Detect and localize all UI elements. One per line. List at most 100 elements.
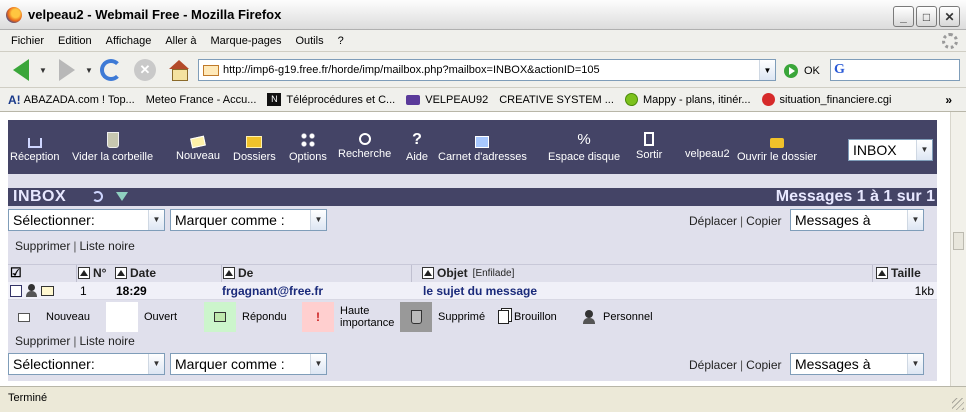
bookmark-creative-system[interactable]: CREATIVE SYSTEM ... — [499, 94, 614, 106]
open-folder-icon — [770, 138, 785, 148]
search-box[interactable]: G — [830, 59, 960, 81]
reception-button[interactable]: Réception — [10, 132, 60, 163]
mark-as-dropdown-bottom[interactable]: Marquer comme : ▼ — [170, 353, 327, 375]
column-date[interactable]: Date — [115, 266, 156, 280]
go-icon[interactable] — [784, 64, 798, 78]
disk-space-button[interactable]: % Espace disque — [548, 131, 620, 164]
bottom-controls: Sélectionner: ▼ Marquer comme : ▼ Déplacer… — [8, 351, 937, 377]
blacklist-link[interactable]: Liste noire — [79, 334, 134, 348]
back-button[interactable] — [8, 57, 34, 83]
sort-arrow-icon[interactable] — [115, 267, 127, 279]
messages-to-dropdown-bottom[interactable]: Messages à ▼ — [790, 353, 924, 375]
thread-link[interactable]: [Enfilade] — [473, 268, 515, 279]
close-button[interactable]: ✕ — [939, 6, 960, 27]
open-folder-button[interactable]: Ouvrir le dossier — [737, 132, 817, 163]
copy-link[interactable]: Copier — [746, 214, 781, 228]
chevron-down-icon: ▼ — [916, 140, 932, 160]
move-link[interactable]: Déplacer — [689, 358, 737, 372]
legend-replied: Répondu — [204, 302, 287, 332]
maximize-button[interactable]: □ — [916, 6, 937, 27]
select-dropdown-bottom[interactable]: Sélectionner: ▼ — [8, 353, 165, 375]
message-subject[interactable]: le sujet du message — [423, 284, 537, 298]
compose-icon — [190, 135, 206, 149]
chevron-down-icon: ▼ — [310, 210, 326, 230]
column-subject[interactable]: Objet [Enfilade] — [422, 266, 514, 280]
sort-arrow-icon[interactable] — [422, 267, 434, 279]
legend-important-swatch: ! — [302, 302, 334, 332]
table-row[interactable]: 1 18:29 frgagnant@free.fr le sujet du me… — [8, 282, 937, 300]
select-all-checkbox[interactable]: ☑ — [10, 265, 22, 281]
select-dropdown-top[interactable]: Sélectionner: ▼ — [8, 209, 165, 231]
bookmark-mappy[interactable]: Mappy - plans, itinér... — [624, 93, 751, 106]
message-from[interactable]: frgagnant@free.fr — [222, 284, 323, 298]
folders-icon — [246, 136, 263, 148]
menu-marque-pages[interactable]: Marque-pages — [204, 35, 289, 47]
mark-as-dropdown-top[interactable]: Marquer comme : ▼ — [170, 209, 327, 231]
trash-icon — [106, 132, 119, 148]
new-message-button[interactable]: Nouveau — [176, 132, 220, 162]
bookmark-situation-financiere[interactable]: situation_financiere.cgi — [761, 93, 891, 106]
column-number[interactable]: N° — [78, 266, 106, 280]
folders-button[interactable]: Dossiers — [233, 132, 276, 163]
mailbox-select[interactable]: INBOX ▼ — [848, 139, 933, 161]
trash-icon — [410, 310, 422, 324]
status-legend: Nouveau Ouvert Répondu ! Haute importance… — [8, 302, 937, 334]
sort-arrow-icon[interactable] — [876, 267, 888, 279]
percent-icon: % — [577, 131, 591, 148]
empty-trash-button[interactable]: Vider la corbeille — [72, 132, 153, 163]
action-links-top: Supprimer | Liste noire — [15, 239, 135, 253]
resize-grip-icon[interactable] — [952, 398, 964, 410]
menu-bar: Fichier Edition Affichage Aller à Marque… — [0, 30, 966, 52]
google-icon[interactable]: G — [834, 62, 845, 78]
message-count: Messages 1 à 1 sur 1 — [775, 188, 935, 205]
column-size[interactable]: Taille — [876, 266, 921, 280]
address-book-button[interactable]: Carnet d'adresses — [438, 132, 527, 163]
filter-icon[interactable] — [116, 192, 128, 201]
help-button[interactable]: ? Aide — [406, 132, 428, 164]
mappy-globe-icon — [624, 93, 638, 106]
abazada-icon: A! — [8, 92, 21, 107]
forward-button[interactable] — [54, 57, 80, 83]
bookmark-velpeau92[interactable]: VELPEAU92 — [406, 94, 488, 106]
biohazard-icon — [761, 93, 775, 106]
throbber-icon — [942, 33, 958, 49]
logout-button[interactable]: Sortir — [636, 132, 662, 161]
stop-button[interactable]: ✕ — [132, 57, 158, 83]
delete-link[interactable]: Supprimer — [15, 334, 70, 348]
go-button[interactable]: OK — [804, 65, 820, 77]
menu-affichage[interactable]: Affichage — [99, 35, 159, 47]
address-bar[interactable]: http://imp6-g19.free.fr/horde/imp/mailbo… — [198, 59, 776, 81]
forward-history-dropdown[interactable]: ▼ — [84, 57, 94, 83]
message-checkbox[interactable] — [10, 285, 22, 297]
personal-message-icon — [26, 284, 37, 297]
legend-opened: Ouvert — [106, 302, 177, 332]
delete-link[interactable]: Supprimer — [15, 239, 70, 253]
sort-arrow-icon[interactable] — [223, 267, 235, 279]
scrollbar-thumb[interactable] — [953, 232, 964, 250]
bookmark-meteo-france[interactable]: Meteo France - Accu... — [146, 94, 257, 106]
vertical-scrollbar[interactable] — [950, 112, 966, 386]
minimize-button[interactable]: _ — [893, 6, 914, 27]
options-button[interactable]: Options — [289, 132, 327, 163]
menu-edition[interactable]: Edition — [51, 35, 99, 47]
refresh-icon[interactable] — [92, 191, 103, 202]
chevron-more-icon[interactable]: » — [945, 93, 952, 107]
column-from[interactable]: De — [223, 266, 253, 280]
bookmark-abazada[interactable]: A! ABAZADA.com ! Top... — [8, 93, 135, 107]
url-history-dropdown[interactable]: ▼ — [759, 60, 775, 80]
move-link[interactable]: Déplacer — [689, 214, 737, 228]
messages-to-dropdown-top[interactable]: Messages à ▼ — [790, 209, 924, 231]
menu-aller[interactable]: Aller à — [158, 35, 203, 47]
search-button[interactable]: Recherche — [338, 132, 391, 160]
home-button[interactable] — [166, 57, 192, 83]
reload-button[interactable] — [98, 57, 124, 83]
back-history-dropdown[interactable]: ▼ — [38, 57, 48, 83]
blacklist-link[interactable]: Liste noire — [79, 239, 134, 253]
bookmark-teleprocedures[interactable]: N Téléprocédures et C... — [267, 93, 395, 106]
sort-arrow-icon[interactable] — [78, 267, 90, 279]
window-title: velpeau2 - Webmail Free - Mozilla Firefo… — [28, 7, 282, 22]
menu-fichier[interactable]: Fichier — [4, 35, 51, 47]
menu-outils[interactable]: Outils — [288, 35, 330, 47]
copy-link[interactable]: Copier — [746, 358, 781, 372]
menu-help[interactable]: ? — [331, 35, 351, 47]
